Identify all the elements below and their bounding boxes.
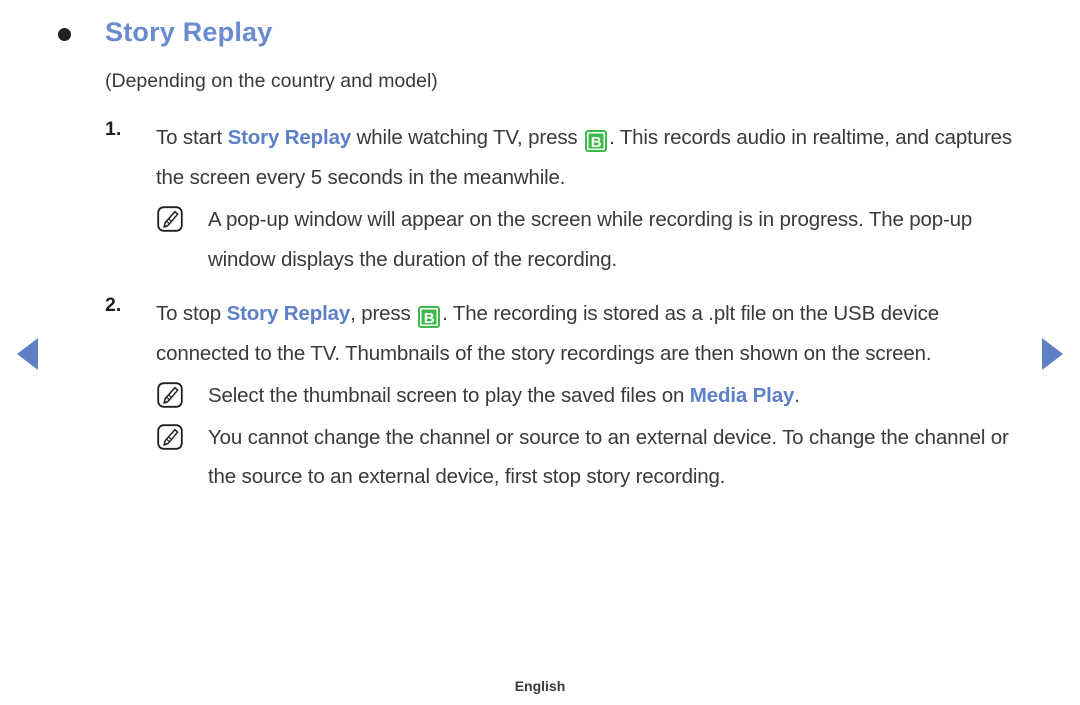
page-content: Story Replay (Depending on the country a…: [58, 14, 1026, 511]
availability-note: (Depending on the country and model): [105, 70, 438, 93]
manual-page: Story Replay (Depending on the country a…: [0, 0, 1080, 705]
note-2a-part-1: Select the thumbnail screen to play the …: [208, 383, 690, 407]
step-2-keyword-story-replay: Story Replay: [226, 301, 351, 325]
note-block: You cannot change the channel or source …: [156, 418, 1026, 498]
note-text: A pop-up window will appear on the scree…: [208, 207, 973, 271]
note-text: Select the thumbnail screen to play the …: [208, 376, 1026, 416]
step-number-1: 1.: [105, 117, 122, 140]
step-1-keyword-story-replay: Story Replay: [227, 125, 352, 149]
step-item-2: 2. To stop Story Replay, press B. The re…: [58, 294, 1026, 498]
step-1-part-1: To start: [156, 125, 228, 149]
note-block: Select the thumbnail screen to play the …: [156, 376, 1026, 416]
bullet-dot-icon: [58, 28, 71, 41]
step-item-1: 1. To start Story Replay while watching …: [58, 118, 1026, 280]
note-keyword-media-play: Media Play: [689, 383, 795, 407]
previous-page-arrow-icon[interactable]: [17, 338, 38, 370]
note-pencil-icon: [156, 205, 184, 233]
note-2a-part-2: .: [794, 383, 800, 407]
step-1-part-2: while watching TV, press: [351, 125, 584, 149]
next-page-arrow-icon[interactable]: [1042, 338, 1063, 370]
note-pencil-icon: [156, 423, 184, 451]
step-text-1: To start Story Replay while watching TV,…: [156, 118, 1026, 198]
step-text-2: To stop Story Replay, press B. The recor…: [156, 294, 1026, 374]
page-heading: Story Replay: [58, 14, 1026, 50]
steps-list: 1. To start Story Replay while watching …: [58, 118, 1026, 498]
b-key-icon: B: [418, 305, 441, 328]
b-key-icon: B: [585, 129, 608, 152]
page-title: Story Replay: [105, 17, 273, 47]
step-2-part-2: , press: [350, 301, 417, 325]
footer-language-label: English: [514, 678, 566, 694]
step-2-part-1: To stop: [156, 301, 227, 325]
note-text: You cannot change the channel or source …: [208, 425, 1009, 489]
note-block: A pop-up window will appear on the scree…: [156, 200, 1026, 280]
note-pencil-icon: [156, 381, 184, 409]
step-number-2: 2.: [105, 293, 122, 316]
